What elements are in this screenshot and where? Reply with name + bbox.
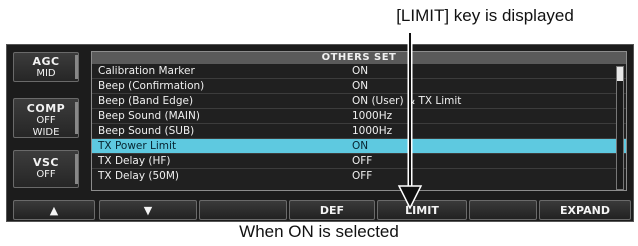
caption-when-on-selected: When ON is selected <box>239 222 399 241</box>
callout-arrow-icon <box>397 33 423 210</box>
